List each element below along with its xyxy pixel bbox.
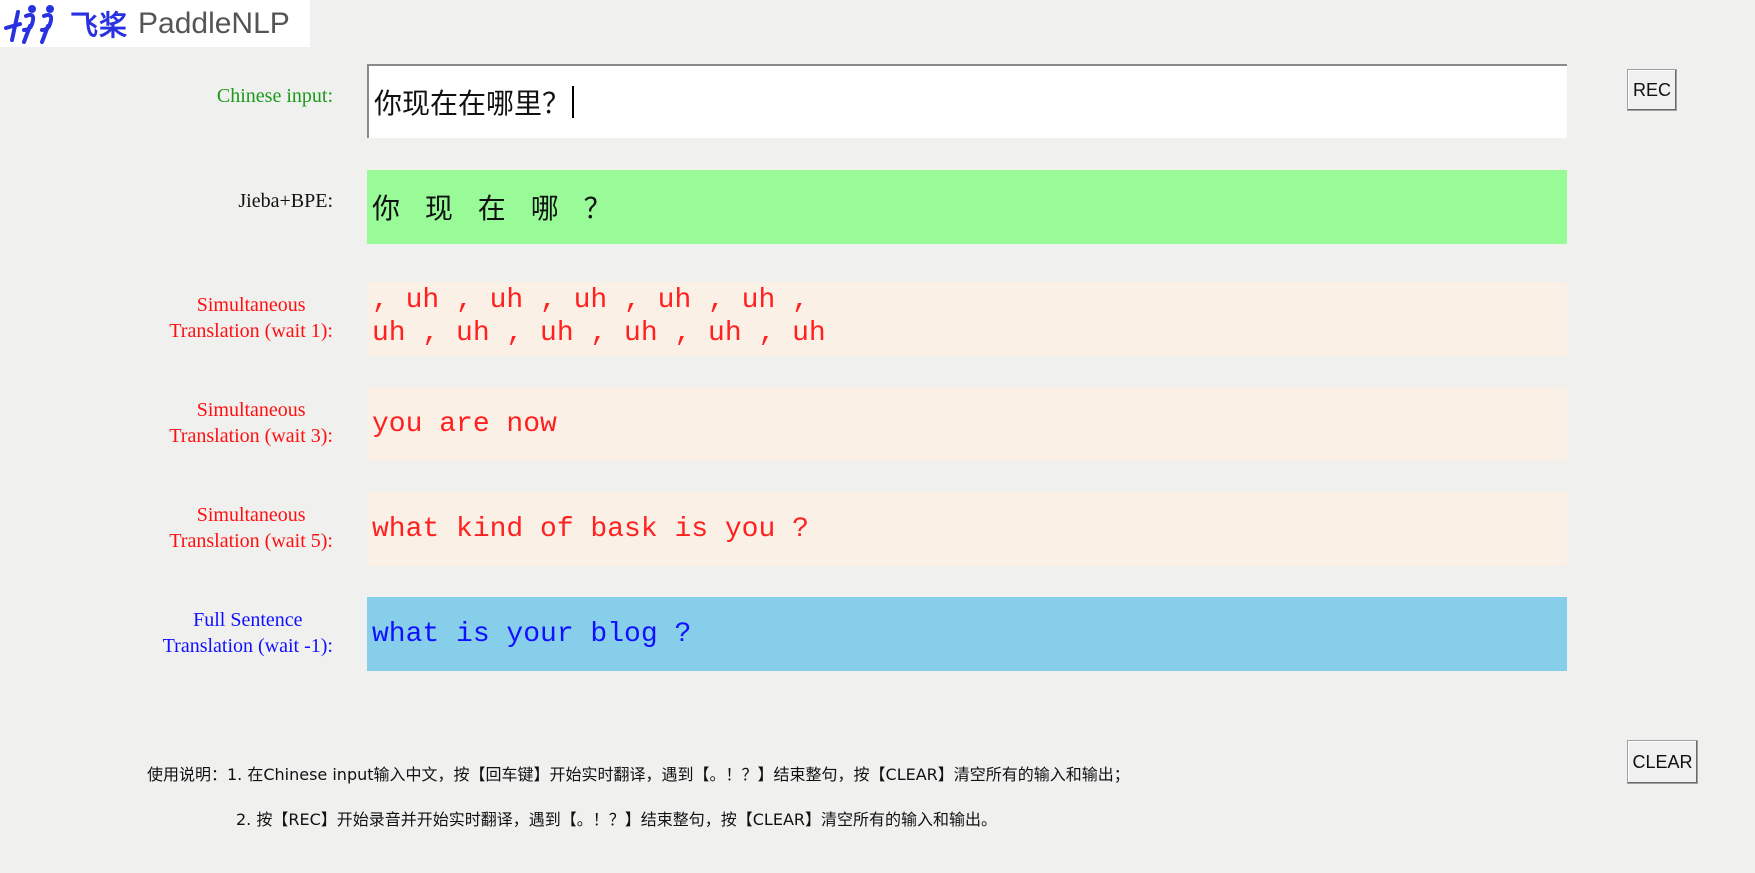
clear-button[interactable]: CLEAR bbox=[1627, 740, 1698, 784]
instructions-line2: 2. 按【REC】开始录音并开始实时翻译，遇到【。！？】结束整句，按【CLEAR… bbox=[236, 810, 998, 829]
rec-button[interactable]: REC bbox=[1627, 69, 1677, 111]
wait1-label: Simultaneous Translation (wait 1): bbox=[169, 294, 333, 342]
jieba-bpe-output: 你 现 在 哪 ？ bbox=[367, 170, 1567, 244]
paddle-logo-icon bbox=[4, 4, 54, 44]
wait1-text-line1: , uh , uh , uh , uh , uh , bbox=[372, 285, 809, 316]
wait3-label: Simultaneous Translation (wait 3): bbox=[169, 399, 333, 447]
chinese-input-field[interactable]: 你现在在哪里？ bbox=[367, 64, 1567, 138]
logo-english-text: PaddleNLP bbox=[138, 6, 290, 40]
jieba-bpe-label: Jieba+BPE: bbox=[238, 190, 333, 212]
instructions-line1: 使用说明：1. 在Chinese input输入中文，按【回车键】开始实时翻译，… bbox=[147, 765, 1130, 784]
full-sentence-label: Full Sentence Translation (wait -1): bbox=[162, 609, 333, 657]
wait5-label: Simultaneous Translation (wait 5): bbox=[169, 504, 333, 552]
full-sentence-text: what is your blog ? bbox=[372, 618, 692, 650]
paddlenlp-logo: 飞桨 PaddleNLP bbox=[0, 0, 310, 47]
jieba-bpe-text: 你 现 在 哪 ？ bbox=[372, 192, 620, 225]
logo-chinese-text: 飞桨 bbox=[70, 8, 129, 42]
wait5-text: what kind of bask is you ? bbox=[372, 513, 809, 545]
wait1-output: , uh , uh , uh , uh , uh , uh , uh , uh … bbox=[367, 282, 1567, 356]
wait5-output: what kind of bask is you ? bbox=[367, 492, 1567, 566]
chinese-input-text: 你现在在哪里？ bbox=[374, 87, 571, 120]
full-sentence-output: what is your blog ? bbox=[367, 597, 1567, 671]
text-caret bbox=[572, 86, 575, 118]
wait1-text-line2: uh , uh , uh , uh , uh , uh bbox=[372, 318, 826, 349]
chinese-input-label: Chinese input: bbox=[216, 85, 333, 107]
wait3-output: you are now bbox=[367, 387, 1567, 461]
wait3-text: you are now bbox=[372, 408, 557, 440]
